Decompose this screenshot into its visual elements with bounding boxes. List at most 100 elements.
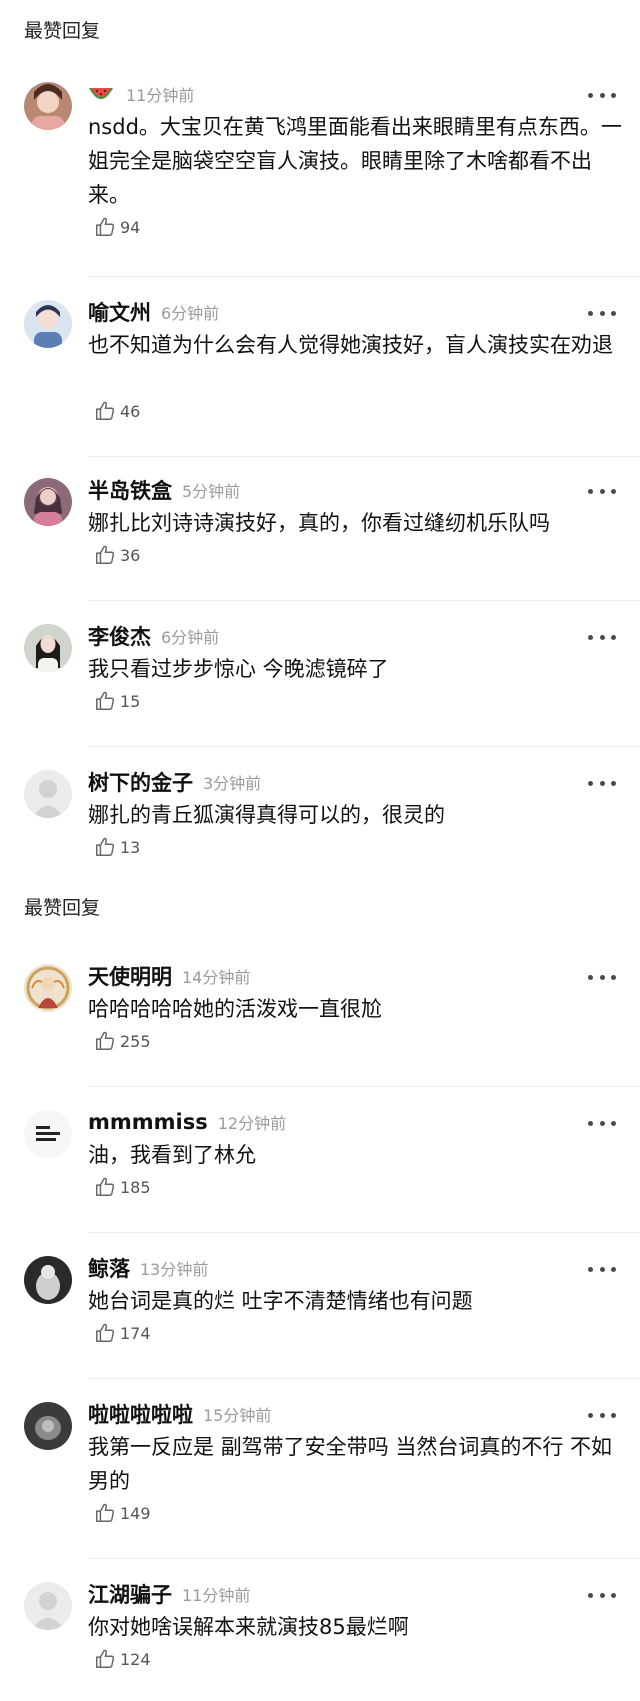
- like-button[interactable]: 13: [94, 834, 140, 860]
- comment-text: 娜扎的青丘狐演得真得可以的，很灵的: [88, 803, 445, 827]
- divider: [88, 276, 640, 277]
- thumbs-up-icon: [96, 401, 115, 420]
- comment-header: 鲸落 13分钟前: [88, 1254, 208, 1282]
- timestamp: 11分钟前: [182, 1586, 251, 1605]
- avatar[interactable]: [24, 82, 72, 130]
- thumbs-up-icon: [96, 1649, 115, 1668]
- like-button[interactable]: 36: [94, 542, 140, 568]
- comment-header: 树下的金子 3分钟前: [88, 768, 261, 796]
- like-count: 13: [120, 837, 141, 857]
- like-button[interactable]: 255: [94, 1028, 151, 1054]
- more-dots-icon[interactable]: [588, 1118, 616, 1128]
- username[interactable]: 喻文州: [88, 297, 151, 327]
- thumbs-up-icon: [96, 1177, 115, 1196]
- more-dots-icon[interactable]: [588, 1590, 616, 1600]
- username[interactable]: mmmmiss: [88, 1110, 208, 1134]
- more-dots-icon[interactable]: [588, 308, 616, 318]
- section-title: 最赞回复: [24, 897, 101, 919]
- avatar[interactable]: [24, 1402, 72, 1450]
- timestamp: 14分钟前: [182, 968, 251, 987]
- timestamp: 3分钟前: [203, 774, 262, 793]
- more-dots-icon[interactable]: [588, 90, 616, 100]
- like-button[interactable]: 94: [94, 214, 140, 240]
- timestamp: 13分钟前: [140, 1260, 209, 1279]
- comment-header: 李俊杰 6分钟前: [88, 622, 219, 650]
- timestamp: 5分钟前: [182, 482, 241, 501]
- comment-text: nsdd。大宝贝在黄飞鸿里面能看出来眼睛里有点东西。一姐完全是脑袋空空盲人演技。…: [88, 115, 622, 207]
- avatar[interactable]: [24, 964, 72, 1012]
- more-dots-icon[interactable]: [588, 632, 616, 642]
- timestamp: 12分钟前: [217, 1114, 287, 1133]
- comment-header: 半岛铁盒 5分钟前: [88, 476, 240, 504]
- divider: [88, 1558, 640, 1559]
- username[interactable]: 鲸落: [88, 1253, 130, 1283]
- comment-header: mmmmiss 12分钟前: [88, 1108, 286, 1136]
- like-button[interactable]: 185: [94, 1174, 151, 1200]
- more-dots-icon[interactable]: [588, 1410, 616, 1420]
- like-count: 174: [120, 1323, 151, 1343]
- avatar[interactable]: [24, 478, 72, 526]
- thumbs-up-icon: [96, 1503, 115, 1522]
- comment-text: 娜扎比刘诗诗演技好，真的，你看过缝纫机乐队吗: [88, 511, 550, 535]
- divider: [88, 1378, 640, 1379]
- like-count: 15: [120, 691, 141, 711]
- like-count: 36: [120, 545, 141, 565]
- comment-text: 你对她啥误解本来就演技85最烂啊: [88, 1615, 409, 1639]
- comment-text: 也不知道为什么会有人觉得她演技好，盲人演技实在劝退: [88, 333, 613, 357]
- watermelon-icon: [89, 88, 113, 99]
- avatar[interactable]: [24, 624, 72, 672]
- more-dots-icon[interactable]: [588, 972, 616, 982]
- username[interactable]: 半岛铁盒: [88, 475, 172, 505]
- comment-text: 我只看过步步惊心 今晚滤镜碎了: [88, 657, 389, 681]
- more-dots-icon[interactable]: [588, 486, 616, 496]
- thumbs-up-icon: [96, 545, 115, 564]
- like-count: 46: [120, 401, 141, 421]
- divider: [88, 456, 640, 457]
- like-button[interactable]: 149: [94, 1500, 151, 1526]
- thumbs-up-icon: [96, 691, 115, 710]
- more-dots-icon[interactable]: [588, 778, 616, 788]
- comment-text: 她台词是真的烂 吐字不清楚情绪也有问题: [88, 1289, 473, 1313]
- like-count: 124: [120, 1649, 151, 1669]
- username[interactable]: 江湖骗子: [88, 1579, 172, 1609]
- username[interactable]: 啦啦啦啦啦: [88, 1399, 193, 1429]
- avatar[interactable]: [24, 1582, 72, 1630]
- comment-header: 江湖骗子 11分钟前: [88, 1580, 250, 1608]
- like-button[interactable]: 174: [94, 1320, 151, 1346]
- thumbs-up-icon: [96, 837, 115, 856]
- divider: [88, 1232, 640, 1233]
- username[interactable]: 树下的金子: [88, 767, 193, 797]
- comment-header: 天使明明 14分钟前: [88, 962, 250, 990]
- like-button[interactable]: 15: [94, 688, 140, 714]
- divider: [88, 600, 640, 601]
- like-count: 94: [120, 217, 141, 237]
- more-dots-icon[interactable]: [588, 1264, 616, 1274]
- avatar[interactable]: [24, 300, 72, 348]
- comment-text: 我第一反应是 副驾带了安全带吗 当然台词真的不行 不如男的: [88, 1435, 613, 1493]
- divider: [88, 746, 640, 747]
- like-count: 255: [120, 1031, 151, 1051]
- like-count: 149: [120, 1503, 151, 1523]
- thumbs-up-icon: [96, 1323, 115, 1342]
- username[interactable]: 李俊杰: [88, 621, 151, 651]
- comment-text: 油，我看到了林允: [88, 1143, 256, 1167]
- comment-text: 哈哈哈哈哈她的活泼戏一直很尬: [88, 997, 382, 1021]
- avatar[interactable]: [24, 1256, 72, 1304]
- divider: [88, 1086, 640, 1087]
- like-count: 185: [120, 1177, 151, 1197]
- thumbs-up-icon: [96, 217, 115, 236]
- thumbs-up-icon: [96, 1031, 115, 1050]
- comment-header: 喻文州 6分钟前: [88, 298, 219, 326]
- comment-header: 啦啦啦啦啦 15分钟前: [88, 1400, 271, 1428]
- timestamp: 11分钟前: [126, 86, 195, 105]
- comment-header: 11分钟前: [88, 80, 194, 108]
- section-title: 最赞回复: [24, 20, 101, 42]
- avatar[interactable]: [24, 770, 72, 818]
- like-button[interactable]: 46: [94, 398, 140, 424]
- timestamp: 6分钟前: [161, 628, 220, 647]
- like-button[interactable]: 124: [94, 1646, 151, 1672]
- timestamp: 15分钟前: [203, 1406, 272, 1425]
- avatar[interactable]: [24, 1110, 72, 1158]
- username[interactable]: 天使明明: [88, 961, 172, 991]
- timestamp: 6分钟前: [161, 304, 220, 323]
